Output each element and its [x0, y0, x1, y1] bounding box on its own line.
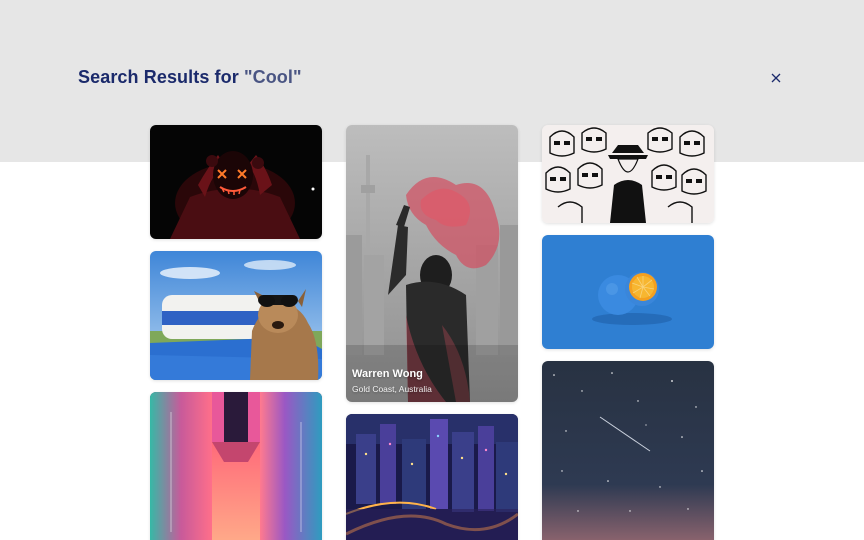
result-card-starry-sky[interactable] — [542, 361, 714, 540]
page-title: Search Results for "Cool" — [78, 67, 302, 88]
city-night-image — [346, 414, 518, 540]
result-card-stormtroopers[interactable] — [542, 125, 714, 223]
smoke-flare-image — [346, 125, 518, 402]
dog-sunglasses-image — [150, 251, 322, 380]
starry-sky-image — [542, 361, 714, 540]
photographer-name: Warren Wong — [352, 368, 423, 380]
result-card-neon-corridor[interactable] — [150, 392, 322, 540]
result-card-neon-mask[interactable] — [150, 125, 322, 239]
title-prefix: Search Results for — [78, 67, 244, 87]
result-card-smoke-flare[interactable]: Warren Wong Gold Coast, Australia — [346, 125, 518, 402]
result-card-blue-orange[interactable] — [542, 235, 714, 349]
result-card-dog-sunglasses[interactable] — [150, 251, 322, 380]
neon-mask-image — [150, 125, 322, 239]
stormtroopers-image — [542, 125, 714, 223]
close-button[interactable] — [766, 68, 786, 88]
search-query: "Cool" — [243, 67, 302, 87]
result-card-city-night[interactable] — [346, 414, 518, 540]
neon-corridor-image — [150, 392, 322, 540]
close-icon — [771, 73, 781, 83]
blue-orange-image — [542, 235, 714, 349]
photo-location: Gold Coast, Australia — [352, 384, 432, 394]
